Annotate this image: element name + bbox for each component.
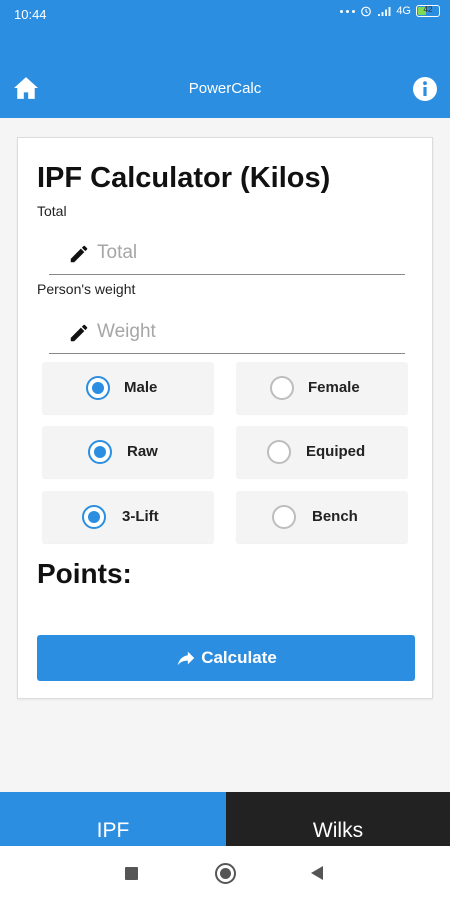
option-male[interactable]: Male [42,362,214,414]
radio-female[interactable] [270,376,294,400]
calculate-button-label: Calculate [201,648,277,667]
recents-icon[interactable] [125,867,138,880]
radio-male[interactable] [86,376,110,400]
status-time: 10:44 [14,7,47,22]
weight-field [49,314,405,354]
weight-input[interactable] [97,318,387,346]
option-equiped[interactable]: Equiped [236,426,408,478]
total-field [49,235,405,275]
radio-3-lift[interactable] [82,505,106,529]
more-dots-icon [340,9,356,13]
radio-raw[interactable] [88,440,112,464]
info-icon [413,77,437,101]
weight-label: Person's weight [37,281,136,297]
pencil-icon [70,324,88,342]
info-button[interactable] [412,76,438,102]
network-type: 4G [396,5,411,17]
status-bar: 10:44 4G 42 [0,0,450,28]
option-bench[interactable]: Bench [236,491,408,543]
battery-level: 42 [423,5,433,14]
radio-bench[interactable] [272,505,296,529]
app-bar: PowerCalc [0,28,450,118]
alarm-icon [361,6,372,17]
option-female-label: Female [308,379,360,396]
page-title: IPF Calculator (Kilos) [37,162,331,194]
status-icons: 4G 42 [340,5,440,17]
tab-ipf[interactable]: IPF [0,792,226,846]
app-title: PowerCalc [188,80,262,97]
share-arrow-icon [177,651,195,666]
back-icon[interactable] [311,866,323,880]
tab-ipf-label: IPF [96,819,130,842]
signal-icon [378,6,391,16]
calculator-card: IPF Calculator (Kilos) Total Person's we… [17,137,433,699]
system-home-icon[interactable] [215,863,236,884]
option-male-label: Male [124,379,158,396]
radio-equiped[interactable] [267,440,291,464]
pencil-icon [70,245,88,263]
option-3-lift-label: 3-Lift [122,508,159,525]
calculate-button[interactable]: Calculate [37,635,415,681]
option-equiped-label: Equiped [306,443,366,460]
points-label: Points: [37,558,132,589]
battery-icon: 42 [416,5,440,17]
option-raw-label: Raw [127,443,158,460]
option-female[interactable]: Female [236,362,408,414]
tab-wilks-label: Wilks [312,819,364,842]
option-3-lift[interactable]: 3-Lift [42,491,214,543]
tab-wilks[interactable]: Wilks [226,792,450,846]
option-raw[interactable]: Raw [42,426,214,478]
option-bench-label: Bench [312,508,358,525]
system-nav-bar [0,846,450,900]
total-label: Total [37,203,67,219]
total-input[interactable] [97,239,387,267]
